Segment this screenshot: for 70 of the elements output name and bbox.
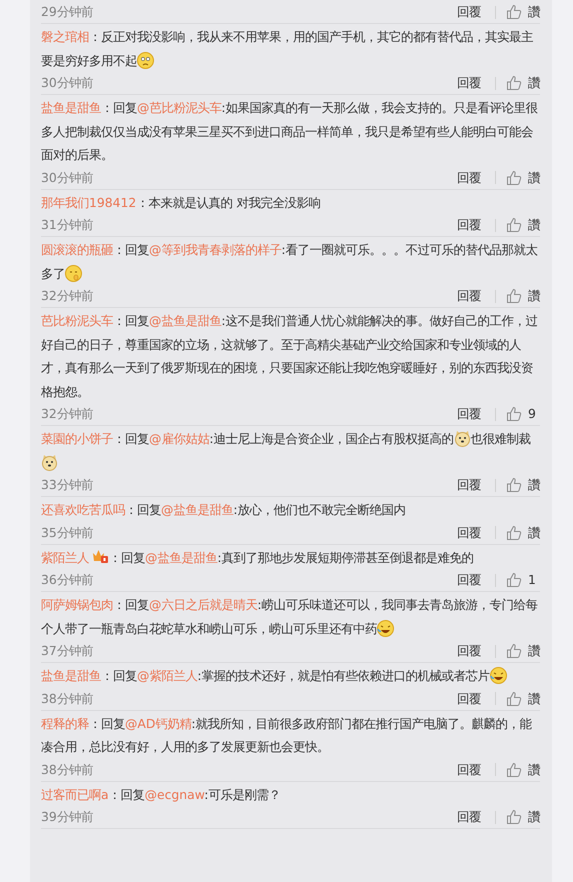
thumbs-up-icon (506, 170, 522, 186)
timestamp: 37分钟前 (41, 643, 93, 659)
like-button[interactable]: 讚 (506, 4, 540, 20)
like-button[interactable]: 讚 (506, 809, 540, 825)
timestamp: 30分钟前 (41, 170, 93, 186)
like-button[interactable]: 讚 (506, 217, 540, 233)
like-button[interactable]: 1 (506, 572, 540, 588)
like-button[interactable]: 讚 (506, 288, 540, 304)
thumbs-up-icon (506, 477, 522, 493)
comment-text: 紫陌兰人 ：回复@盐鱼是甜鱼:真到了那地步发展短期停滞甚至倒退都是难免的 (41, 548, 475, 566)
timestamp: 35分钟前 (41, 524, 93, 540)
sad-emoji-icon (137, 52, 154, 68)
thumbs-up-icon (506, 75, 522, 91)
like-button[interactable]: 9 (506, 406, 540, 422)
shush-emoji-icon (65, 264, 82, 282)
comment-text: 阿萨姆锅包肉：回复@六日之后就是晴天:崂山可乐味道还可以，我同事去青岛旅游，专门给每个人带了一瓶青岛白花蛇草水和崂山可乐，崂山可乐里还有中药 (41, 596, 539, 638)
comment-text: 盐鱼是甜鱼：回复@芭比粉泥头车:如果国家真的有一天那么做，我会支持的。只是看评论里很多人把制裁仅仅当成没有苹果三星买不到进口商品一样简单，我只是希望有些人能明白可能会面对的后果。 (41, 99, 539, 164)
reply-link[interactable]: 回覆 (457, 809, 481, 825)
thumbs-up-icon (506, 809, 522, 825)
like-button[interactable]: 讚 (506, 690, 540, 706)
timestamp: 32分钟前 (41, 288, 93, 304)
thumbs-up-icon (506, 406, 522, 422)
timestamp: 38分钟前 (41, 690, 93, 706)
like-button[interactable]: 讚 (506, 477, 540, 493)
timestamp: 39分钟前 (41, 809, 93, 825)
reply-link[interactable]: 回覆 (457, 217, 481, 233)
comment-text: 还喜欢吃苦瓜吗：回复@盐鱼是甜鱼:放心，他们也不敢完全断绝国内 (41, 501, 407, 519)
like-button[interactable]: 讚 (506, 524, 540, 540)
reply-link[interactable]: 回覆 (457, 572, 481, 588)
reply-link[interactable]: 回覆 (457, 762, 481, 778)
timestamp: 36分钟前 (41, 572, 93, 588)
thumbs-up-icon (506, 288, 522, 304)
reply-link[interactable]: 回覆 (457, 170, 481, 186)
comment-text: 那年我们198412：本来就是认真的 对我完全没影响 (41, 194, 322, 212)
comment-text: 磐之琯相：反正对我没影响，我从来不用苹果，用的国产手机，其它的都有替代品，其实最主要是穷好多用不起 (41, 28, 534, 70)
comment-text: 芭比粉泥头车：回复@盐鱼是甜鱼:这不是我们普通人忧心就能解决的事。做好自己的工作，过好自己的日子，尊重国家的立场，这就够了。至于高精尖基础产业交给国家和专业领域的人才，真有那么一天到了俄罗斯现在的困境，只要国家还能让我吃饱穿暖睡好，别的东西我没资格抱怨。 (41, 312, 539, 400)
like-button[interactable]: 讚 (506, 75, 540, 91)
thumbs-up-icon (506, 572, 522, 588)
comment-text: 程释的释：回复@AD钙奶精:就我所知，目前很多政府部门都在推行国产电脑了。麒麟的，能凑合用，总比没有好，人用的多了发展更新也会更快。 (41, 714, 533, 756)
laughing-emoji-icon (490, 667, 507, 684)
like-button[interactable]: 讚 (506, 643, 540, 659)
timestamp: 33分钟前 (41, 477, 93, 493)
dog-emoji-icon (454, 430, 471, 447)
like-button[interactable]: 讚 (506, 762, 540, 778)
thumbs-up-icon (506, 217, 522, 233)
reply-link[interactable]: 回覆 (457, 524, 481, 540)
reply-link[interactable]: 回覆 (457, 643, 481, 659)
comment-text: 菜園的小饼子：回复@雇你姑姑:迪士尼上海是合资企业，国企占有股权挺高的 也很难制裁 (41, 427, 540, 474)
reply-link[interactable]: 回覆 (457, 288, 481, 304)
reply-link[interactable]: 回覆 (457, 75, 481, 91)
thumbs-up-icon (506, 524, 522, 540)
reply-link[interactable]: 回覆 (457, 690, 481, 706)
reply-link[interactable]: 回覆 (457, 406, 481, 422)
thumbs-up-icon (506, 4, 522, 20)
timestamp: 32分钟前 (41, 406, 93, 422)
reply-link[interactable]: 回覆 (457, 477, 481, 493)
comment-text: 盐鱼是甜鱼：回复@紫陌兰人:掌握的技术还好，就是怕有些依赖进口的机械或者芯片 (41, 664, 540, 688)
timestamp: 31分钟前 (41, 217, 93, 233)
thumbs-up-icon (506, 690, 522, 706)
thumbs-up-icon (506, 643, 522, 659)
timestamp: 29分钟前 (41, 4, 93, 20)
timestamp: 30分钟前 (41, 75, 93, 91)
like-button[interactable]: 讚 (506, 170, 540, 186)
reply-link[interactable]: 回覆 (457, 4, 481, 20)
timestamp: 38分钟前 (41, 762, 93, 778)
comment-text: 过客而已啊a：回复@ecgnaw:可乐是刚需？ (41, 786, 282, 804)
thumbs-up-icon (506, 762, 522, 778)
laughing-emoji-icon (377, 620, 394, 636)
comment-text: 圆滚滚的瓶砸：回复@等到我青春剥落的样子:看了一圈就可乐。。。不过可乐的替代品那就太多了 (41, 241, 539, 284)
dog-emoji-icon (41, 454, 58, 470)
